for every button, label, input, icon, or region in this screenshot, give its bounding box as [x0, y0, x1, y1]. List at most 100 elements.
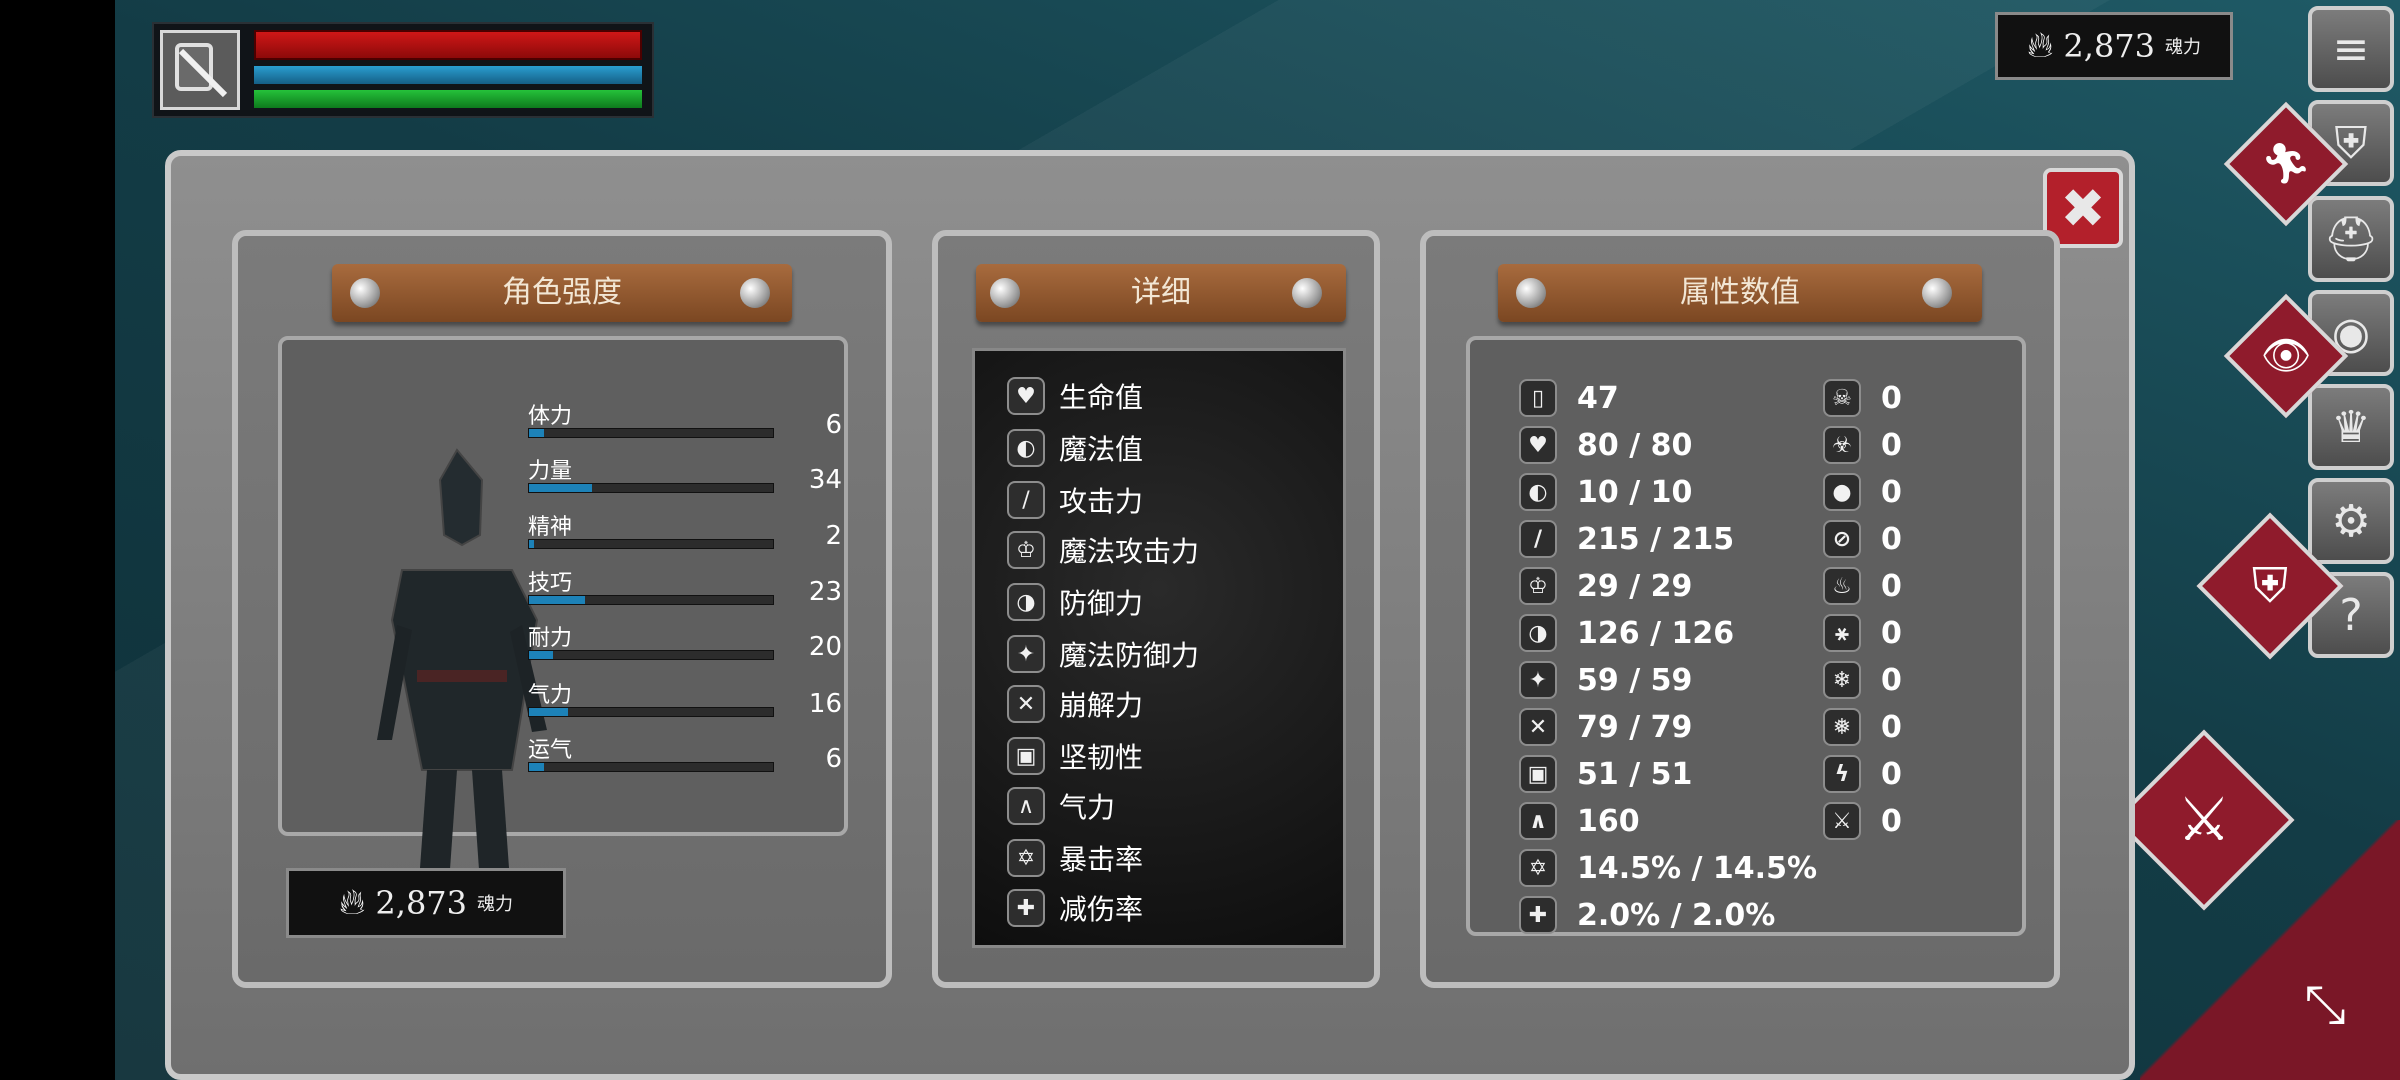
panel-title-detail: 详细: [976, 264, 1346, 322]
resistance-row: ⊘ 0: [1823, 519, 1902, 559]
resize-icon[interactable]: ⤡: [2285, 965, 2365, 1045]
attribute-row: ✦ 59 / 59: [1519, 660, 1692, 700]
stat-row-vitality: 体力 6: [528, 398, 842, 448]
rivet-icon: [350, 278, 380, 308]
stat-label: 精神: [528, 515, 573, 540]
detail-item[interactable]: ▣ 坚韧性: [1007, 733, 1143, 779]
detail-item[interactable]: ∧ 气力: [1007, 783, 1115, 829]
attribute-row: ◐ 10 / 10: [1519, 472, 1692, 512]
attribute-value: 59 / 59: [1577, 662, 1693, 698]
resistance-row: ♨ 0: [1823, 566, 1902, 606]
lungs-icon: ∧: [1519, 802, 1557, 840]
attribute-row: ✡ 14.5% / 14.5%: [1519, 848, 1817, 888]
frost-resist-icon: ❅: [1823, 708, 1861, 746]
break-icon: ✕: [1007, 685, 1045, 723]
stat-row-endurance: 耐力 20: [528, 620, 842, 670]
resistance-row: ☣ 0: [1823, 425, 1902, 465]
attribute-value: 51 / 51: [1577, 756, 1693, 792]
helmet-button[interactable]: ⛑: [2308, 196, 2394, 282]
attribute-row: ▯ 47: [1519, 378, 1619, 418]
stat-track: [528, 539, 774, 549]
stat-value: 16: [808, 689, 842, 719]
attribute-row: ✚ 2.0% / 2.0%: [1519, 895, 1775, 935]
list-icon: ≡: [2332, 23, 2370, 75]
lightning-icon: ϟ: [1823, 755, 1861, 793]
detail-item[interactable]: ✕ 崩解力: [1007, 681, 1143, 727]
lightning-resist-icon: ⚔: [1823, 802, 1861, 840]
stat-fill: [529, 429, 544, 437]
detail-item[interactable]: ♔ 魔法攻击力: [1007, 527, 1199, 573]
shield-icon: ◑: [1007, 583, 1045, 621]
rivet-icon: [1292, 278, 1322, 308]
heart-icon: ♥: [1519, 426, 1557, 464]
toughness-helmet-icon: ▣: [1007, 737, 1045, 775]
stat-track: [528, 595, 774, 605]
attribute-row: ▣ 51 / 51: [1519, 754, 1692, 794]
detail-label: 防御力: [1059, 587, 1144, 620]
skull-icon: ☠: [1823, 379, 1861, 417]
player-hud: [152, 22, 654, 118]
rivet-icon: [1516, 278, 1546, 308]
resistance-row: ⚔ 0: [1823, 801, 1902, 841]
attribute-row: ✕ 79 / 79: [1519, 707, 1692, 747]
helmet-icon: ⛑: [2323, 214, 2379, 265]
resistance-row: ❅ 0: [1823, 707, 1902, 747]
damage-reduction-icon: ✚: [1519, 896, 1557, 934]
sword-icon: /: [1519, 520, 1557, 558]
attribute-value: 10 / 10: [1577, 474, 1693, 510]
detail-label: 魔法防御力: [1059, 639, 1200, 672]
magic-crown-icon: ♔: [1519, 567, 1557, 605]
resistance-value: 0: [1881, 803, 1902, 839]
resistance-value: 0: [1881, 662, 1902, 698]
detail-item[interactable]: ♥ 生命值: [1007, 373, 1143, 419]
attribute-value: 47: [1577, 380, 1619, 416]
detail-label: 攻击力: [1059, 485, 1144, 518]
stamina-bar: [254, 90, 642, 108]
attribute-value: 14.5% / 14.5%: [1577, 850, 1817, 886]
level-pillar-icon: ▯: [1519, 379, 1557, 417]
stat-value: 6: [825, 410, 842, 440]
detail-item[interactable]: ✚ 减伤率: [1007, 885, 1143, 931]
detail-item[interactable]: ◐ 魔法值: [1007, 425, 1143, 471]
stat-value: 23: [808, 577, 842, 607]
stat-label: 气力: [528, 683, 573, 708]
resistance-row: ☠ 0: [1823, 378, 1902, 418]
stat-fill: [529, 763, 544, 771]
toughness-helmet-icon: ▣: [1519, 755, 1557, 793]
detail-item[interactable]: ✦ 魔法防御力: [1007, 631, 1199, 677]
currency-amount: 2,873: [375, 884, 468, 922]
stat-row-luck: 运气 6: [528, 732, 842, 782]
attribute-row: / 215 / 215: [1519, 519, 1734, 559]
detail-label: 生命值: [1059, 381, 1144, 414]
health-bar: [254, 30, 642, 60]
currency-unit: 魂力: [477, 894, 514, 915]
attribute-value: 79 / 79: [1577, 709, 1693, 745]
critical-star-icon: ✡: [1007, 839, 1045, 877]
stat-value: 2: [825, 521, 842, 551]
fire-resist-icon: ⚹: [1823, 614, 1861, 652]
stat-fill: [529, 708, 569, 716]
crown-button[interactable]: ♛: [2308, 384, 2394, 470]
magic-shield-icon: ✦: [1007, 635, 1045, 673]
stat-value: 6: [825, 744, 842, 774]
settings-button[interactable]: ⚙: [2308, 478, 2394, 564]
stat-label: 运气: [528, 738, 573, 763]
equipped-weapon-icon[interactable]: [160, 30, 240, 110]
attribute-row: ∧ 160: [1519, 801, 1640, 841]
mana-bar: [254, 66, 642, 84]
stat-label: 耐力: [528, 626, 573, 651]
sword-icon: /: [1007, 481, 1045, 519]
attribute-value: 29 / 29: [1577, 568, 1693, 604]
flame-icon: 🔥︎: [338, 882, 366, 923]
detail-item[interactable]: ◑ 防御力: [1007, 579, 1143, 625]
resistance-value: 0: [1881, 427, 1902, 463]
resistance-value: 0: [1881, 756, 1902, 792]
crown-icon: ♛: [2331, 401, 2371, 453]
menu-list-button[interactable]: ≡: [2308, 6, 2394, 92]
rivet-icon: [1922, 278, 1952, 308]
fire-icon: ♨: [1823, 567, 1861, 605]
detail-label: 崩解力: [1059, 689, 1144, 722]
detail-item[interactable]: / 攻击力: [1007, 477, 1143, 523]
stat-label: 体力: [528, 404, 573, 429]
detail-item[interactable]: ✡ 暴击率: [1007, 835, 1143, 881]
